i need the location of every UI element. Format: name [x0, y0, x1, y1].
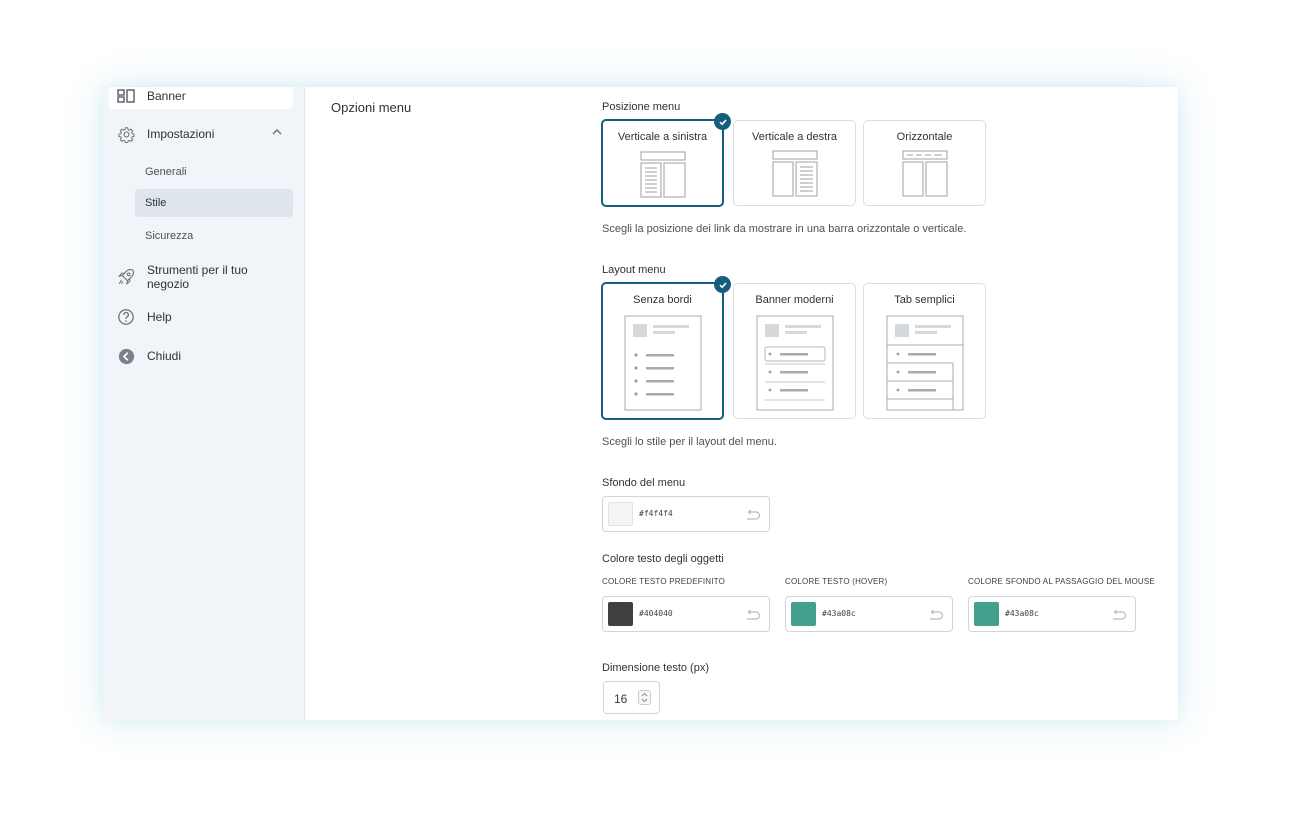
hover-text-color-hex-input[interactable]: [822, 609, 912, 618]
menu-background-hex-input[interactable]: [639, 509, 729, 518]
menu-layout-label: Layout menu: [602, 264, 666, 276]
sidebar-item-banner[interactable]: Banner: [109, 87, 293, 109]
sidebar-subitem-generali[interactable]: Generali: [135, 158, 293, 186]
sidebar: Banner Impostazioni Generali Stile Sicur…: [103, 87, 305, 720]
default-text-color-hex-input[interactable]: [639, 609, 729, 618]
default-text-color-label: COLORE TESTO PREDEFINITO: [602, 577, 726, 586]
sidebar-subitem-stile[interactable]: Stile: [135, 189, 293, 217]
sidebar-item-close[interactable]: Chiudi: [109, 343, 293, 369]
section-title: Opzioni menu: [331, 100, 412, 115]
help-circle-icon: [117, 308, 135, 326]
menu-layout-hint: Scegli lo stile per il layout del menu.: [602, 436, 777, 448]
selected-check-icon: [714, 276, 731, 293]
sidebar-item-settings[interactable]: Impostazioni: [109, 121, 293, 147]
option-title: Verticale a sinistra: [617, 131, 708, 143]
color-swatch[interactable]: [791, 602, 816, 626]
sidebar-item-label: Banner: [147, 89, 186, 103]
hover-background-color-field[interactable]: [968, 596, 1136, 632]
color-swatch[interactable]: [974, 602, 999, 626]
option-title: Tab semplici: [894, 294, 955, 306]
default-text-color-field[interactable]: [602, 596, 770, 632]
hover-background-color-label: COLORE SFONDO AL PASSAGGIO DEL MOUSE: [968, 577, 1155, 586]
menu-position-option-horizontal[interactable]: Orizzontale: [863, 120, 986, 206]
menu-layout-option-borderless[interactable]: Senza bordi: [601, 282, 724, 420]
back-arrow-circle-icon: [117, 347, 135, 365]
sidebar-item-label: Strumenti per il tuo negozio: [147, 263, 248, 291]
color-swatch[interactable]: [608, 502, 633, 526]
item-text-color-label: Colore testo degli oggetti: [602, 553, 724, 565]
text-size-input[interactable]: 16: [603, 681, 660, 714]
reset-icon[interactable]: [745, 508, 761, 526]
layout-horizontal-illustration: [902, 150, 947, 197]
color-swatch[interactable]: [608, 602, 633, 626]
layout-vertical-right-illustration: [772, 150, 817, 197]
layout-simple-tabs-illustration: [886, 315, 963, 411]
hover-background-color-hex-input[interactable]: [1005, 609, 1095, 618]
stepper-icon[interactable]: [638, 690, 651, 705]
menu-background-label: Sfondo del menu: [602, 477, 686, 489]
option-title: Orizzontale: [896, 131, 953, 143]
text-size-value: 16: [614, 692, 628, 706]
option-title: Banner moderni: [755, 294, 834, 306]
sidebar-item-label: Help: [147, 310, 172, 324]
selected-check-icon: [714, 113, 731, 130]
menu-layout-option-modern-banners[interactable]: Banner moderni: [733, 283, 856, 419]
sidebar-item-label: Chiudi: [147, 349, 182, 363]
layout-vertical-left-illustration: [640, 151, 685, 198]
banner-layout-icon: [117, 87, 135, 105]
menu-position-option-right[interactable]: Verticale a destra: [733, 120, 856, 206]
sidebar-subitem-sicurezza[interactable]: Sicurezza: [135, 222, 293, 250]
rocket-icon: [117, 268, 135, 286]
text-size-label: Dimensione testo (px): [602, 662, 709, 674]
sidebar-item-help[interactable]: Help: [109, 304, 293, 330]
reset-icon[interactable]: [745, 608, 761, 626]
sidebar-item-tools[interactable]: Strumenti per il tuo negozio: [109, 263, 293, 291]
layout-modern-banners-illustration: [756, 315, 833, 411]
sidebar-item-label: Impostazioni: [147, 127, 215, 141]
app-window: Banner Impostazioni Generali Stile Sicur…: [103, 87, 1178, 720]
gear-icon: [117, 125, 135, 143]
reset-icon[interactable]: [1111, 608, 1127, 626]
chevron-up-icon[interactable]: [271, 126, 283, 141]
menu-background-color-field[interactable]: [602, 496, 770, 532]
menu-position-option-left[interactable]: Verticale a sinistra: [601, 119, 724, 207]
menu-position-label: Posizione menu: [602, 101, 681, 113]
option-title: Senza bordi: [633, 294, 692, 306]
reset-icon[interactable]: [928, 608, 944, 626]
layout-borderless-illustration: [624, 315, 701, 411]
hover-text-color-field[interactable]: [785, 596, 953, 632]
hover-text-color-label: COLORE TESTO (HOVER): [785, 577, 888, 586]
menu-position-hint: Scegli la posizione dei link da mostrare…: [602, 223, 967, 235]
option-title: Verticale a destra: [752, 131, 837, 143]
menu-layout-option-simple-tabs[interactable]: Tab semplici: [863, 283, 986, 419]
